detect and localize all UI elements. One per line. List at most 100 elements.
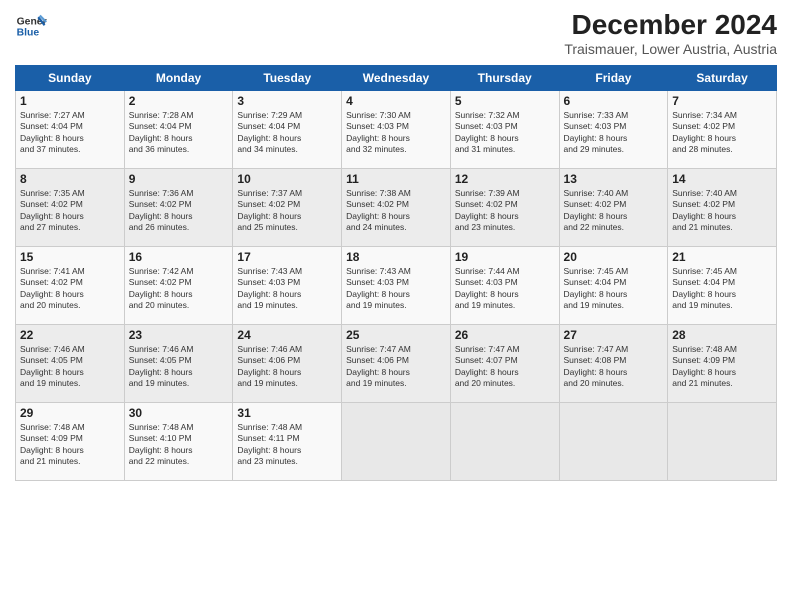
day-number: 12 — [455, 172, 555, 186]
calendar-week-row: 22 Sunrise: 7:46 AMSunset: 4:05 PMDayligh… — [16, 324, 777, 402]
day-number: 22 — [20, 328, 120, 342]
day-number: 1 — [20, 94, 120, 108]
day-info: Sunrise: 7:28 AMSunset: 4:04 PMDaylight:… — [129, 110, 229, 156]
day-number: 18 — [346, 250, 446, 264]
day-number: 19 — [455, 250, 555, 264]
day-info: Sunrise: 7:48 AMSunset: 4:10 PMDaylight:… — [129, 422, 229, 468]
day-number: 27 — [564, 328, 664, 342]
calendar-week-row: 15 Sunrise: 7:41 AMSunset: 4:02 PMDayligh… — [16, 246, 777, 324]
calendar-cell: 25 Sunrise: 7:47 AMSunset: 4:06 PMDayligh… — [342, 324, 451, 402]
calendar-cell: 16Sunrise: 7:42 AMSunset: 4:02 PMDayligh… — [124, 246, 233, 324]
day-info: Sunrise: 7:47 AMSunset: 4:06 PMDaylight:… — [346, 344, 446, 390]
day-number: 29 — [20, 406, 120, 420]
calendar-cell: 2 Sunrise: 7:28 AMSunset: 4:04 PMDaylight… — [124, 90, 233, 168]
day-number: 31 — [237, 406, 337, 420]
day-info: Sunrise: 7:35 AMSunset: 4:02 PMDaylight:… — [20, 188, 120, 234]
calendar-cell: 30 Sunrise: 7:48 AMSunset: 4:10 PMDayligh… — [124, 402, 233, 480]
page-title: December 2024 — [564, 10, 777, 41]
calendar-cell — [559, 402, 668, 480]
day-info: Sunrise: 7:41 AMSunset: 4:02 PMDaylight:… — [20, 266, 120, 312]
calendar-cell: 5 Sunrise: 7:32 AMSunset: 4:03 PMDaylight… — [450, 90, 559, 168]
day-info: Sunrise: 7:43 AMSunset: 4:03 PMDaylight:… — [237, 266, 337, 312]
day-info: Sunrise: 7:32 AMSunset: 4:03 PMDaylight:… — [455, 110, 555, 156]
calendar-cell: 22 Sunrise: 7:46 AMSunset: 4:05 PMDayligh… — [16, 324, 125, 402]
calendar-cell: 24 Sunrise: 7:46 AMSunset: 4:06 PMDayligh… — [233, 324, 342, 402]
calendar-cell — [668, 402, 777, 480]
day-info: Sunrise: 7:46 AMSunset: 4:06 PMDaylight:… — [237, 344, 337, 390]
calendar-cell: 11 Sunrise: 7:38 AMSunset: 4:02 PMDayligh… — [342, 168, 451, 246]
calendar-cell: 26 Sunrise: 7:47 AMSunset: 4:07 PMDayligh… — [450, 324, 559, 402]
calendar-cell: 8 Sunrise: 7:35 AMSunset: 4:02 PMDaylight… — [16, 168, 125, 246]
calendar-cell — [342, 402, 451, 480]
day-info: Sunrise: 7:42 AMSunset: 4:02 PMDaylight:… — [129, 266, 229, 312]
day-info: Sunrise: 7:47 AMSunset: 4:07 PMDaylight:… — [455, 344, 555, 390]
logo-icon: General Blue — [15, 10, 47, 42]
calendar-cell: 23Sunrise: 7:46 AMSunset: 4:05 PMDayligh… — [124, 324, 233, 402]
day-info: Sunrise: 7:30 AMSunset: 4:03 PMDaylight:… — [346, 110, 446, 156]
calendar-cell: 4 Sunrise: 7:30 AMSunset: 4:03 PMDaylight… — [342, 90, 451, 168]
day-number: 30 — [129, 406, 229, 420]
day-number: 7 — [672, 94, 772, 108]
day-info: Sunrise: 7:46 AMSunset: 4:05 PMDaylight:… — [20, 344, 120, 390]
calendar-cell: 6Sunrise: 7:33 AMSunset: 4:03 PMDaylight… — [559, 90, 668, 168]
svg-text:Blue: Blue — [17, 28, 40, 39]
calendar-cell: 29 Sunrise: 7:48 AMSunset: 4:09 PMDayligh… — [16, 402, 125, 480]
day-info: Sunrise: 7:48 AMSunset: 4:09 PMDaylight:… — [20, 422, 120, 468]
day-info: Sunrise: 7:40 AMSunset: 4:02 PMDaylight:… — [564, 188, 664, 234]
day-number: 20 — [564, 250, 664, 264]
day-number: 17 — [237, 250, 337, 264]
day-number: 10 — [237, 172, 337, 186]
day-info: Sunrise: 7:45 AMSunset: 4:04 PMDaylight:… — [672, 266, 772, 312]
day-info: Sunrise: 7:43 AMSunset: 4:03 PMDaylight:… — [346, 266, 446, 312]
weekday-header: Saturday — [668, 65, 777, 90]
calendar-cell: 19 Sunrise: 7:44 AMSunset: 4:03 PMDayligh… — [450, 246, 559, 324]
day-number: 21 — [672, 250, 772, 264]
day-number: 13 — [564, 172, 664, 186]
calendar-cell — [450, 402, 559, 480]
header: General Blue December 2024 Traismauer, L… — [15, 10, 777, 57]
calendar-cell: 21 Sunrise: 7:45 AMSunset: 4:04 PMDayligh… — [668, 246, 777, 324]
day-number: 14 — [672, 172, 772, 186]
calendar-week-row: 8 Sunrise: 7:35 AMSunset: 4:02 PMDaylight… — [16, 168, 777, 246]
day-number: 26 — [455, 328, 555, 342]
calendar-cell: 1 Sunrise: 7:27 AMSunset: 4:04 PMDaylight… — [16, 90, 125, 168]
day-info: Sunrise: 7:39 AMSunset: 4:02 PMDaylight:… — [455, 188, 555, 234]
calendar-table: SundayMondayTuesdayWednesdayThursdayFrid… — [15, 65, 777, 481]
weekday-header: Monday — [124, 65, 233, 90]
day-number: 3 — [237, 94, 337, 108]
day-info: Sunrise: 7:40 AMSunset: 4:02 PMDaylight:… — [672, 188, 772, 234]
calendar-cell: 12 Sunrise: 7:39 AMSunset: 4:02 PMDayligh… — [450, 168, 559, 246]
calendar-week-row: 1 Sunrise: 7:27 AMSunset: 4:04 PMDaylight… — [16, 90, 777, 168]
day-number: 15 — [20, 250, 120, 264]
day-number: 25 — [346, 328, 446, 342]
calendar-cell: 28 Sunrise: 7:48 AMSunset: 4:09 PMDayligh… — [668, 324, 777, 402]
calendar-cell: 13 Sunrise: 7:40 AMSunset: 4:02 PMDayligh… — [559, 168, 668, 246]
day-number: 4 — [346, 94, 446, 108]
day-info: Sunrise: 7:29 AMSunset: 4:04 PMDaylight:… — [237, 110, 337, 156]
calendar-cell: 27Sunrise: 7:47 AMSunset: 4:08 PMDayligh… — [559, 324, 668, 402]
day-number: 5 — [455, 94, 555, 108]
day-info: Sunrise: 7:45 AMSunset: 4:04 PMDaylight:… — [564, 266, 664, 312]
day-number: 6 — [564, 94, 664, 108]
day-info: Sunrise: 7:27 AMSunset: 4:04 PMDaylight:… — [20, 110, 120, 156]
day-number: 24 — [237, 328, 337, 342]
day-info: Sunrise: 7:46 AMSunset: 4:05 PMDaylight:… — [129, 344, 229, 390]
weekday-header-row: SundayMondayTuesdayWednesdayThursdayFrid… — [16, 65, 777, 90]
day-info: Sunrise: 7:34 AMSunset: 4:02 PMDaylight:… — [672, 110, 772, 156]
day-info: Sunrise: 7:38 AMSunset: 4:02 PMDaylight:… — [346, 188, 446, 234]
calendar-cell: 10Sunrise: 7:37 AMSunset: 4:02 PMDayligh… — [233, 168, 342, 246]
day-number: 28 — [672, 328, 772, 342]
weekday-header: Thursday — [450, 65, 559, 90]
day-number: 11 — [346, 172, 446, 186]
day-number: 2 — [129, 94, 229, 108]
page: General Blue December 2024 Traismauer, L… — [0, 0, 792, 612]
day-info: Sunrise: 7:44 AMSunset: 4:03 PMDaylight:… — [455, 266, 555, 312]
day-number: 9 — [129, 172, 229, 186]
weekday-header: Wednesday — [342, 65, 451, 90]
day-info: Sunrise: 7:48 AMSunset: 4:09 PMDaylight:… — [672, 344, 772, 390]
calendar-week-row: 29 Sunrise: 7:48 AMSunset: 4:09 PMDayligh… — [16, 402, 777, 480]
title-block: December 2024 Traismauer, Lower Austria,… — [564, 10, 777, 57]
day-number: 8 — [20, 172, 120, 186]
calendar-cell: 3 Sunrise: 7:29 AMSunset: 4:04 PMDaylight… — [233, 90, 342, 168]
weekday-header: Friday — [559, 65, 668, 90]
